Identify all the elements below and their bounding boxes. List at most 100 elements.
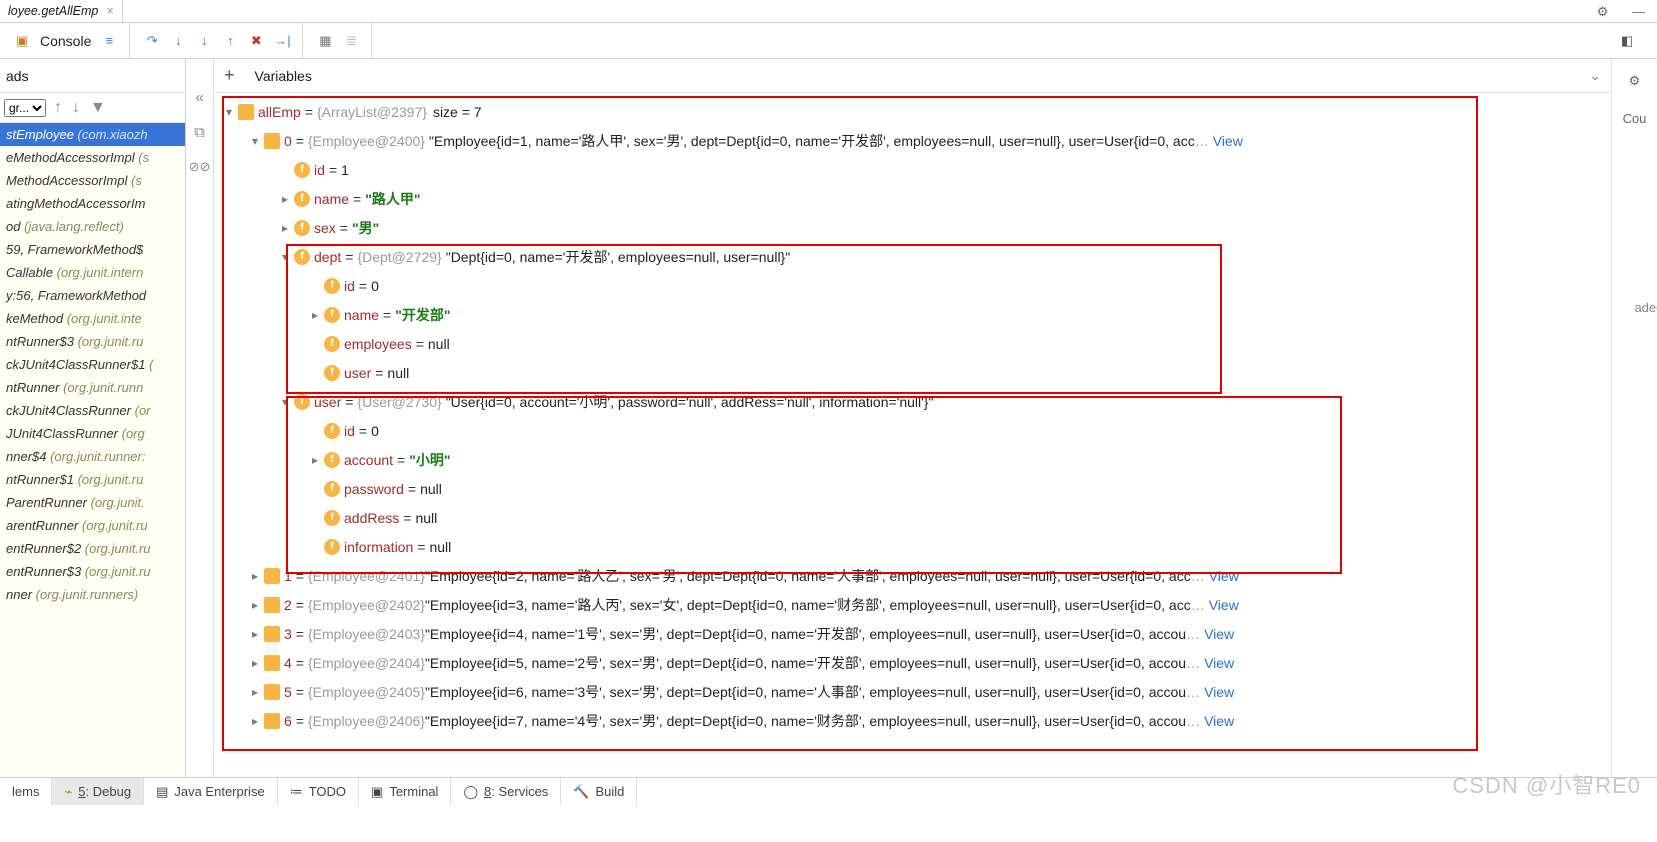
var-emp-1[interactable]: 1 = {Employee@2401} "Employee{id=2, name… xyxy=(220,561,1605,590)
collapse-icon[interactable]: « xyxy=(195,89,203,106)
twisty-icon[interactable] xyxy=(276,395,294,409)
frame-item[interactable]: MethodAccessorImpl (s xyxy=(0,169,185,192)
add-watch-icon[interactable]: + xyxy=(224,65,235,86)
twisty-icon[interactable] xyxy=(246,569,264,583)
frame-item[interactable]: ntRunner$3 (org.junit.ru xyxy=(0,330,185,353)
frame-item[interactable]: y:56, FrameworkMethod xyxy=(0,284,185,307)
var-dept[interactable]: dept = {Dept@2729} "Dept{id=0, name='开发部… xyxy=(220,242,1605,271)
frame-item[interactable]: entRunner$2 (org.junit.ru xyxy=(0,537,185,560)
frame-item[interactable]: entRunner$3 (org.junit.ru xyxy=(0,560,185,583)
step-out-icon[interactable]: ↑ xyxy=(222,33,238,49)
view-link[interactable]: View xyxy=(1213,133,1243,149)
frame-item[interactable]: nner (org.junit.runners) xyxy=(0,583,185,606)
var-user-id[interactable]: id = 0 xyxy=(220,416,1605,445)
evaluate-icon[interactable]: ▦ xyxy=(317,33,333,49)
frame-item[interactable]: ntRunner$1 (org.junit.ru xyxy=(0,468,185,491)
frame-item[interactable]: arentRunner (org.junit.ru xyxy=(0,514,185,537)
frame-item[interactable]: ntRunner (org.junit.runn xyxy=(0,376,185,399)
step-over-icon[interactable]: ↷ xyxy=(144,33,160,49)
link-icon[interactable]: ⊘⊘ xyxy=(189,159,211,175)
sb-services[interactable]: ◯8: Services xyxy=(451,778,561,805)
var-emp-4[interactable]: 4 = {Employee@2404} "Employee{id=5, name… xyxy=(220,648,1605,677)
var-emp-5[interactable]: 5 = {Employee@2405} "Employee{id=6, name… xyxy=(220,677,1605,706)
var-user[interactable]: user = {User@2730} "User{id=0, account='… xyxy=(220,387,1605,416)
var-emp0-sex[interactable]: sex = "男" xyxy=(220,213,1605,242)
copy-icon[interactable]: ⧉ xyxy=(194,124,205,141)
frame-item[interactable]: eMethodAccessorImpl (s xyxy=(0,146,185,169)
twisty-icon[interactable] xyxy=(246,685,264,699)
twisty-icon[interactable] xyxy=(246,656,264,670)
var-user-address[interactable]: addRess = null xyxy=(220,503,1605,532)
twisty-icon[interactable] xyxy=(220,105,238,119)
var-user-information[interactable]: information = null xyxy=(220,532,1605,561)
view-link[interactable]: View xyxy=(1204,655,1234,671)
frame-item[interactable]: ckJUnit4ClassRunner$1 ( xyxy=(0,353,185,376)
var-emp-0[interactable]: 0 = {Employee@2400} "Employee{id=1, name… xyxy=(220,126,1605,155)
var-dept-user[interactable]: user = null xyxy=(220,358,1605,387)
frame-item[interactable]: ParentRunner (org.junit. xyxy=(0,491,185,514)
twisty-icon[interactable] xyxy=(306,308,324,322)
frames-list[interactable]: stEmployee (com.xiaozheMethodAccessorImp… xyxy=(0,123,185,777)
var-dept-employees[interactable]: employees = null xyxy=(220,329,1605,358)
thread-select[interactable]: gr... xyxy=(4,99,46,117)
run-to-cursor-icon[interactable]: →| xyxy=(274,33,290,49)
var-emp0-name[interactable]: name = "路人甲" xyxy=(220,184,1605,213)
frame-up-icon[interactable]: ↑ xyxy=(52,99,64,117)
layout-settings-icon[interactable]: ◧ xyxy=(1619,33,1635,49)
frame-item[interactable]: JUnit4ClassRunner (org xyxy=(0,422,185,445)
frame-item[interactable]: atingMethodAccessorIm xyxy=(0,192,185,215)
var-dept-id[interactable]: id = 0 xyxy=(220,271,1605,300)
var-dept-name[interactable]: name = "开发部" xyxy=(220,300,1605,329)
drop-frame-icon[interactable]: ✖ xyxy=(248,33,264,49)
step-into-icon[interactable]: ↓ xyxy=(170,33,186,49)
var-emp-6[interactable]: 6 = {Employee@2406} "Employee{id=7, name… xyxy=(220,706,1605,735)
frame-item[interactable]: 59, FrameworkMethod$ xyxy=(0,238,185,261)
twisty-icon[interactable] xyxy=(246,714,264,728)
var-emp-3[interactable]: 3 = {Employee@2403} "Employee{id=4, name… xyxy=(220,619,1605,648)
frame-item[interactable]: stEmployee (com.xiaozh xyxy=(0,123,185,146)
sb-java-enterprise[interactable]: ▤Java Enterprise xyxy=(144,778,278,805)
sb-terminal[interactable]: ▣Terminal xyxy=(359,778,451,805)
twisty-icon[interactable] xyxy=(306,453,324,467)
twisty-icon[interactable] xyxy=(246,134,264,148)
status-bar: lems ⌁5: Debug ▤Java Enterprise ≔TODO ▣T… xyxy=(0,777,1657,805)
twisty-icon[interactable] xyxy=(276,192,294,206)
minimize-icon[interactable]: — xyxy=(1632,4,1645,19)
frame-item[interactable]: keMethod (org.junit.inte xyxy=(0,307,185,330)
var-user-account[interactable]: account = "小明" xyxy=(220,445,1605,474)
var-emp-2[interactable]: 2 = {Employee@2402} "Employee{id=3, name… xyxy=(220,590,1605,619)
sb-debug[interactable]: ⌁5: Debug xyxy=(52,778,144,805)
debug-console-icon[interactable]: ▣ xyxy=(14,33,30,49)
view-link[interactable]: View xyxy=(1204,626,1234,642)
close-icon[interactable]: × xyxy=(106,4,113,18)
chevron-down-icon[interactable]: ⌄ xyxy=(1589,67,1601,84)
frame-item[interactable]: ckJUnit4ClassRunner (or xyxy=(0,399,185,422)
var-user-password[interactable]: password = null xyxy=(220,474,1605,503)
trace-icon[interactable]: ≣ xyxy=(343,33,359,49)
frame-item[interactable]: od (java.lang.reflect) xyxy=(0,215,185,238)
frame-filter-icon[interactable]: ▼ xyxy=(88,99,108,117)
force-step-into-icon[interactable]: ↓ xyxy=(196,33,212,49)
console-label[interactable]: Console xyxy=(40,33,91,49)
view-link[interactable]: View xyxy=(1209,568,1239,584)
gear-icon[interactable]: ⚙ xyxy=(1597,4,1609,20)
frame-item[interactable]: nner$4 (org.junit.runner: xyxy=(0,445,185,468)
sb-todo[interactable]: ≔TODO xyxy=(278,778,359,805)
twisty-icon[interactable] xyxy=(276,250,294,264)
frame-item[interactable]: Callable (org.junit.intern xyxy=(0,261,185,284)
twisty-icon[interactable] xyxy=(276,221,294,235)
frame-down-icon[interactable]: ↓ xyxy=(70,99,82,117)
view-link[interactable]: View xyxy=(1204,684,1234,700)
variables-tree[interactable]: allEmp = {ArrayList@2397} size = 7 0 = {… xyxy=(214,93,1611,777)
twisty-icon[interactable] xyxy=(246,598,264,612)
view-link[interactable]: View xyxy=(1204,713,1234,729)
gear-icon[interactable]: ⚙ xyxy=(1629,73,1641,89)
var-allemp[interactable]: allEmp = {ArrayList@2397} size = 7 xyxy=(220,97,1605,126)
sb-build[interactable]: 🔨Build xyxy=(561,778,637,805)
layout-icon[interactable]: ≡ xyxy=(101,33,117,49)
var-emp0-id[interactable]: id = 1 xyxy=(220,155,1605,184)
twisty-icon[interactable] xyxy=(246,627,264,641)
sb-problems[interactable]: lems xyxy=(0,778,52,805)
editor-tab-getallemp[interactable]: loyee.getAllEmp × xyxy=(0,0,123,22)
view-link[interactable]: View xyxy=(1209,597,1239,613)
